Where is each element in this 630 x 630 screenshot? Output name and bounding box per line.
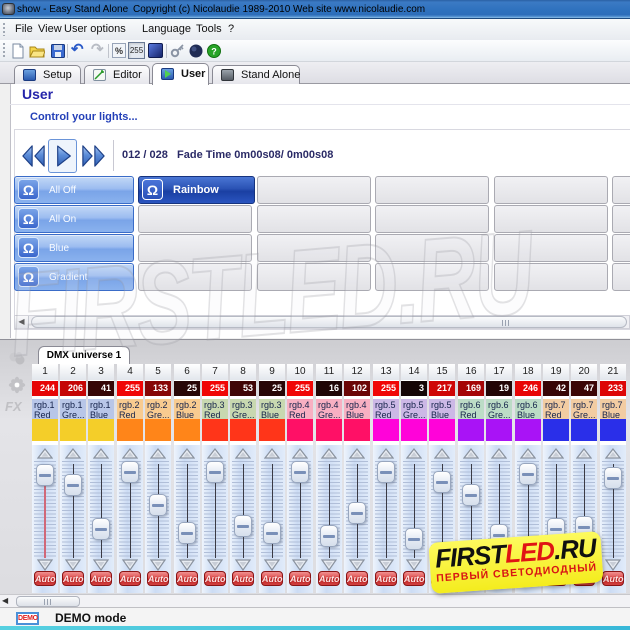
svg-text:?: ?: [211, 47, 217, 57]
